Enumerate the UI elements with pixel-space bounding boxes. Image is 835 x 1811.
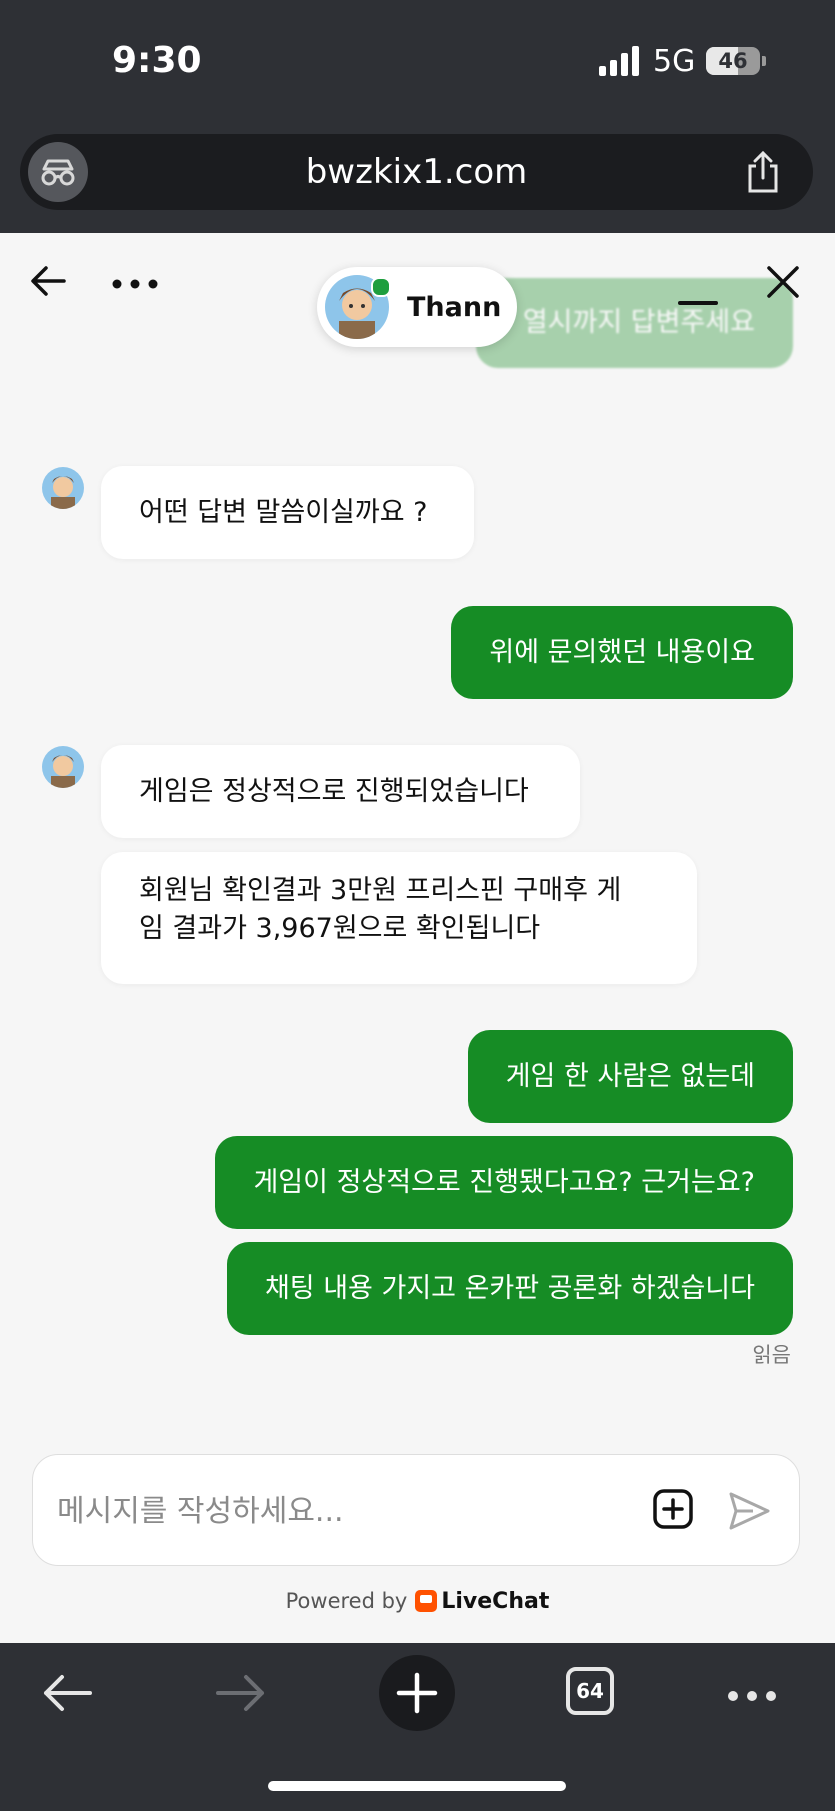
close-icon[interactable] <box>766 265 800 299</box>
message-visitor: 게임이 정상적으로 진행됐다고요? 근거는요? <box>215 1136 793 1229</box>
home-indicator <box>268 1781 566 1791</box>
message-agent: 어떤 답변 말씀이실까요 ? <box>101 466 474 559</box>
powered-by-label: Powered by <box>285 1589 408 1613</box>
attach-plus-icon[interactable] <box>653 1489 693 1529</box>
url-text[interactable]: bwzkix1.com <box>20 152 813 192</box>
browser-menu-icon[interactable] <box>727 1687 777 1701</box>
chat-header: Thann <box>0 233 835 347</box>
send-icon[interactable] <box>727 1489 771 1533</box>
browser-bottom-nav: 64 <box>0 1643 835 1811</box>
browser-forward-icon[interactable] <box>216 1673 266 1713</box>
message-visitor: 게임 한 사람은 없는데 <box>467 1030 793 1123</box>
livechat-brand: LiveChat <box>441 1589 550 1614</box>
new-tab-button[interactable] <box>379 1655 455 1731</box>
message-text: 채팅 내용 가지고 온카판 공론화 하겠습니다 <box>264 1273 755 1304</box>
message-agent: 게임은 정상적으로 진행되었습니다 <box>101 745 580 838</box>
battery-tip <box>762 56 766 66</box>
more-options-icon[interactable] <box>111 275 161 289</box>
message-text-line: 임 결과가 3,967원으로 확인됩니다 <box>139 913 541 944</box>
tab-switcher-button[interactable]: 64 <box>566 1667 614 1715</box>
browser-back-icon[interactable] <box>42 1673 92 1713</box>
status-bar: 9:30 5G 46 <box>0 0 835 125</box>
agent-name: Thann <box>407 292 502 323</box>
read-receipt: 읽음 <box>752 1343 791 1367</box>
network-type: 5G <box>653 44 696 79</box>
browser-toolbar: bwzkix1.com <box>0 125 835 233</box>
agent-avatar <box>42 746 84 788</box>
message-text: 게임 한 사람은 없는데 <box>505 1061 755 1092</box>
message-composer <box>32 1454 800 1566</box>
message-text: 위에 문의했던 내용이요 <box>489 637 755 668</box>
battery-icon: 46 <box>706 47 760 75</box>
agent-avatar <box>42 467 84 509</box>
livechat-logo-icon <box>415 1590 438 1612</box>
online-status-dot <box>371 277 391 297</box>
clock: 9:30 <box>112 40 202 81</box>
message-visitor: 위에 문의했던 내용이요 <box>451 606 793 699</box>
cellular-signal-icon <box>599 46 641 76</box>
powered-by[interactable]: Powered by LiveChat <box>0 1589 835 1614</box>
message-text-line: 회원님 확인결과 3만원 프리스핀 구매후 게 <box>139 875 622 906</box>
message-agent: 회원님 확인결과 3만원 프리스핀 구매후 게 임 결과가 3,967원으로 확… <box>101 852 697 984</box>
message-input[interactable] <box>55 1485 639 1537</box>
message-visitor: 채팅 내용 가지고 온카판 공론화 하겠습니다 <box>226 1242 793 1335</box>
message-text: 어떤 답변 말씀이실까요 ? <box>139 497 428 528</box>
battery-level: 46 <box>718 49 748 73</box>
address-bar[interactable]: bwzkix1.com <box>20 134 813 210</box>
chat-widget: 열시까지 답변주세요 어떤 답변 말씀이실까요 ? 위에 문의했던 내용이요 게… <box>0 233 835 1643</box>
minimize-icon[interactable] <box>678 291 718 305</box>
back-arrow-icon[interactable] <box>30 263 66 299</box>
share-icon[interactable] <box>743 150 783 194</box>
message-text: 게임은 정상적으로 진행되었습니다 <box>139 776 529 807</box>
message-text: 게임이 정상적으로 진행됐다고요? 근거는요? <box>253 1167 755 1198</box>
agent-pill[interactable]: Thann <box>317 267 517 347</box>
